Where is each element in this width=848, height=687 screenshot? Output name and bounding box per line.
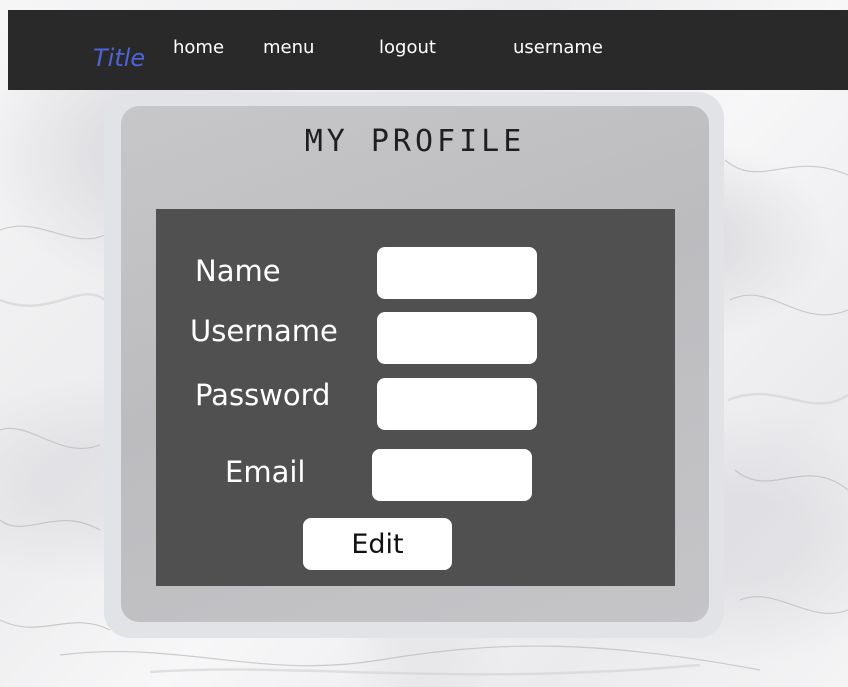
username-label: Username xyxy=(190,314,338,348)
nav-link-home[interactable]: home xyxy=(173,37,224,58)
password-label: Password xyxy=(195,378,331,412)
app-title[interactable]: Title xyxy=(93,44,145,72)
username-field[interactable] xyxy=(377,312,537,364)
nav-link-logout[interactable]: logout xyxy=(379,37,436,58)
top-navbar: Title home menu logout username xyxy=(8,10,848,90)
name-field[interactable] xyxy=(377,247,537,299)
email-field[interactable] xyxy=(372,449,532,501)
name-label: Name xyxy=(195,254,281,288)
password-field[interactable] xyxy=(377,378,537,430)
edit-button[interactable]: Edit xyxy=(303,518,452,570)
email-label: Email xyxy=(225,455,306,489)
nav-link-username[interactable]: username xyxy=(513,37,603,58)
nav-link-menu[interactable]: menu xyxy=(263,37,314,58)
page-title: MY PROFILE xyxy=(304,124,526,159)
